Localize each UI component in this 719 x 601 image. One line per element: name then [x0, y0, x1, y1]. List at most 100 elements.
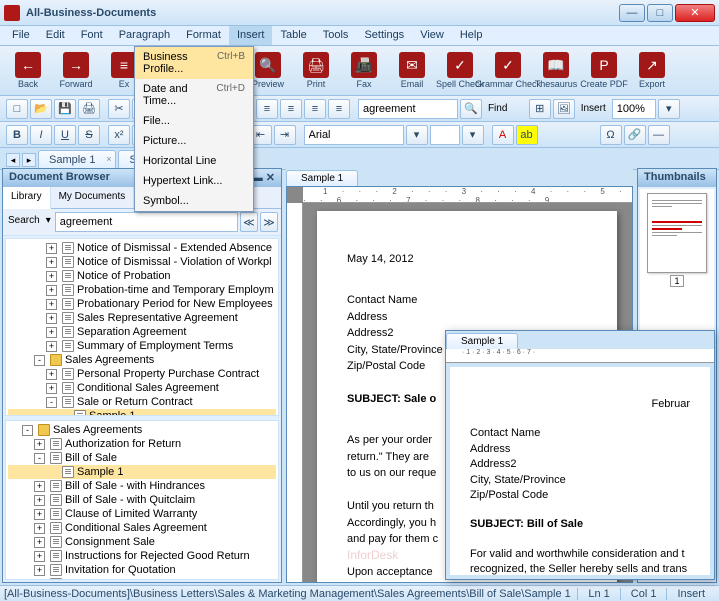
tree-item[interactable]: +Invitation for Quotation [8, 563, 276, 577]
strike-button[interactable]: S [78, 125, 100, 145]
tree-toggle-icon[interactable]: + [46, 299, 57, 310]
underline-button[interactable]: U [54, 125, 76, 145]
indent-button[interactable]: ⇥ [274, 125, 296, 145]
browser-tab-library[interactable]: Library [3, 187, 51, 209]
bold-button[interactable]: B [6, 125, 28, 145]
float-ruler[interactable]: · 1 · 2 · 3 · 4 · 5 · 6 · 7 · [446, 349, 714, 363]
menu-format[interactable]: Format [178, 26, 229, 45]
tree-item[interactable]: +Bill of Sale - with Quitclaim [8, 493, 276, 507]
float-document-page[interactable]: FebruarContact NameAddressAddress2City, … [450, 367, 710, 575]
tree-toggle-icon[interactable]: - [22, 425, 33, 436]
menu-paragraph[interactable]: Paragraph [111, 26, 178, 45]
tree-item[interactable]: +Notice of Dismissal - Violation of Work… [8, 255, 276, 269]
tree-toggle-icon[interactable]: + [46, 271, 57, 282]
tree-toggle-icon[interactable]: + [34, 509, 45, 520]
menu-settings[interactable]: Settings [356, 26, 412, 45]
print-button[interactable]: 🖨Print [294, 49, 338, 93]
close-button[interactable]: ✕ [675, 4, 715, 22]
tree-item[interactable]: +Instructions for Rejected Good Return [8, 549, 276, 563]
fax-button[interactable]: 📠Fax [342, 49, 386, 93]
new-button[interactable]: □ [6, 99, 28, 119]
menu-tools[interactable]: Tools [315, 26, 357, 45]
find-icon[interactable]: 🔍 [460, 99, 482, 119]
tree-item[interactable]: Sample 1 [8, 465, 276, 479]
zoom-dropdown-icon[interactable]: ▾ [658, 99, 680, 119]
center-doc-tab[interactable]: Sample 1 [286, 170, 358, 186]
tree-item[interactable]: +Notice of Dismissal - Extended Absence [8, 241, 276, 255]
image-button[interactable]: 🖼 [553, 99, 575, 119]
align-justify-button[interactable]: ≡ [328, 99, 350, 119]
tree-toggle-icon[interactable]: + [46, 243, 57, 254]
print-button[interactable]: 🖨 [78, 99, 100, 119]
search-dropdown-icon[interactable]: ▾ [44, 212, 53, 232]
tree-item[interactable]: -Bill of Sale [8, 451, 276, 465]
tree-toggle-icon[interactable]: + [34, 495, 45, 506]
insert-label[interactable]: Insert [577, 103, 610, 114]
tree-item[interactable]: +Sales Representative Agreement [8, 311, 276, 325]
menu-font[interactable]: Font [73, 26, 111, 45]
tree-toggle-icon[interactable]: + [46, 285, 57, 296]
insert-menu-item[interactable]: File... [135, 111, 253, 131]
tree-item[interactable]: +Notice of Probation [8, 269, 276, 283]
menu-insert[interactable]: Insert [229, 26, 273, 45]
float-doc-tab[interactable]: Sample 1 [446, 333, 518, 349]
tree-item[interactable]: +Summary of Employment Terms [8, 339, 276, 353]
tree-toggle-icon[interactable]: + [34, 537, 45, 548]
tree-item[interactable]: +Conditional Sales Agreement [8, 381, 276, 395]
tree-item[interactable]: -Sales Agreements [8, 423, 276, 437]
menu-table[interactable]: Table [272, 26, 314, 45]
open-button[interactable]: 📂 [30, 99, 52, 119]
tree-toggle-icon[interactable]: - [34, 355, 45, 366]
insert-menu-item[interactable]: Picture... [135, 131, 253, 151]
tree-toggle-icon[interactable]: - [34, 453, 45, 464]
tree-item[interactable]: -Sale or Return Contract [8, 395, 276, 409]
align-left-button[interactable]: ≡ [256, 99, 278, 119]
tab-prev-icon[interactable]: ◂ [6, 153, 20, 167]
tree-toggle-icon[interactable]: + [34, 481, 45, 492]
symbol-omega-button[interactable]: Ω [600, 125, 622, 145]
tree-toggle-icon[interactable]: + [46, 257, 57, 268]
tree-item[interactable]: Sample 1 [8, 409, 276, 416]
tree-toggle-icon[interactable]: + [34, 439, 45, 450]
search-next-icon[interactable]: ≫ [260, 212, 278, 232]
panel-controls[interactable]: ▬ ✕ [252, 171, 275, 185]
insert-menu-item[interactable]: Hypertext Link... [135, 171, 253, 191]
tree-item[interactable]: +Separation Agreement [8, 325, 276, 339]
tree-item[interactable]: +Personal Property Purchase Contract [8, 367, 276, 381]
link-button[interactable]: 🔗 [624, 125, 646, 145]
browser-search-input[interactable] [55, 212, 238, 232]
tree-toggle-icon[interactable]: + [46, 383, 57, 394]
highlight-button[interactable]: ab [516, 125, 538, 145]
ruler-horizontal[interactable] [303, 187, 632, 203]
align-center-button[interactable]: ≡ [280, 99, 302, 119]
tree-item[interactable]: +Conditional Sales Agreement [8, 521, 276, 535]
tree-toggle-icon[interactable]: + [34, 565, 45, 576]
tree-toggle-icon[interactable]: - [46, 397, 57, 408]
menu-help[interactable]: Help [452, 26, 491, 45]
search-input[interactable] [358, 99, 458, 119]
search-prev-icon[interactable]: ≪ [240, 212, 258, 232]
hr-button[interactable]: — [648, 125, 670, 145]
create-pdf-button[interactable]: PCreate PDF [582, 49, 626, 93]
tree-item[interactable]: -Sales Agreements [8, 353, 276, 367]
tree-item[interactable]: +Probation-time and Temporary Employm [8, 283, 276, 297]
back-button[interactable]: ←Back [6, 49, 50, 93]
align-right-button[interactable]: ≡ [304, 99, 326, 119]
table-button[interactable]: ⊞ [529, 99, 551, 119]
insert-menu-item[interactable]: Symbol... [135, 191, 253, 211]
tree-item[interactable]: +Consignment Sale [8, 535, 276, 549]
tree-toggle-icon[interactable]: + [34, 551, 45, 562]
insert-menu-item[interactable]: Business Profile...Ctrl+B [135, 47, 253, 79]
menu-view[interactable]: View [412, 26, 452, 45]
tree-item[interactable]: +Clause of Limited Warranty [8, 507, 276, 521]
browser-tab-my-documents[interactable]: My Documents [51, 187, 135, 208]
superscript-button[interactable]: x² [108, 125, 130, 145]
zoom-input[interactable] [612, 99, 656, 119]
italic-button[interactable]: I [30, 125, 52, 145]
tree-toggle-icon[interactable]: + [46, 313, 57, 324]
email-button[interactable]: ✉Email [390, 49, 434, 93]
minimize-button[interactable]: — [619, 4, 645, 22]
tree-toggle-icon[interactable]: + [46, 369, 57, 380]
maximize-button[interactable]: □ [647, 4, 673, 22]
insert-menu-item[interactable]: Date and Time...Ctrl+D [135, 79, 253, 111]
